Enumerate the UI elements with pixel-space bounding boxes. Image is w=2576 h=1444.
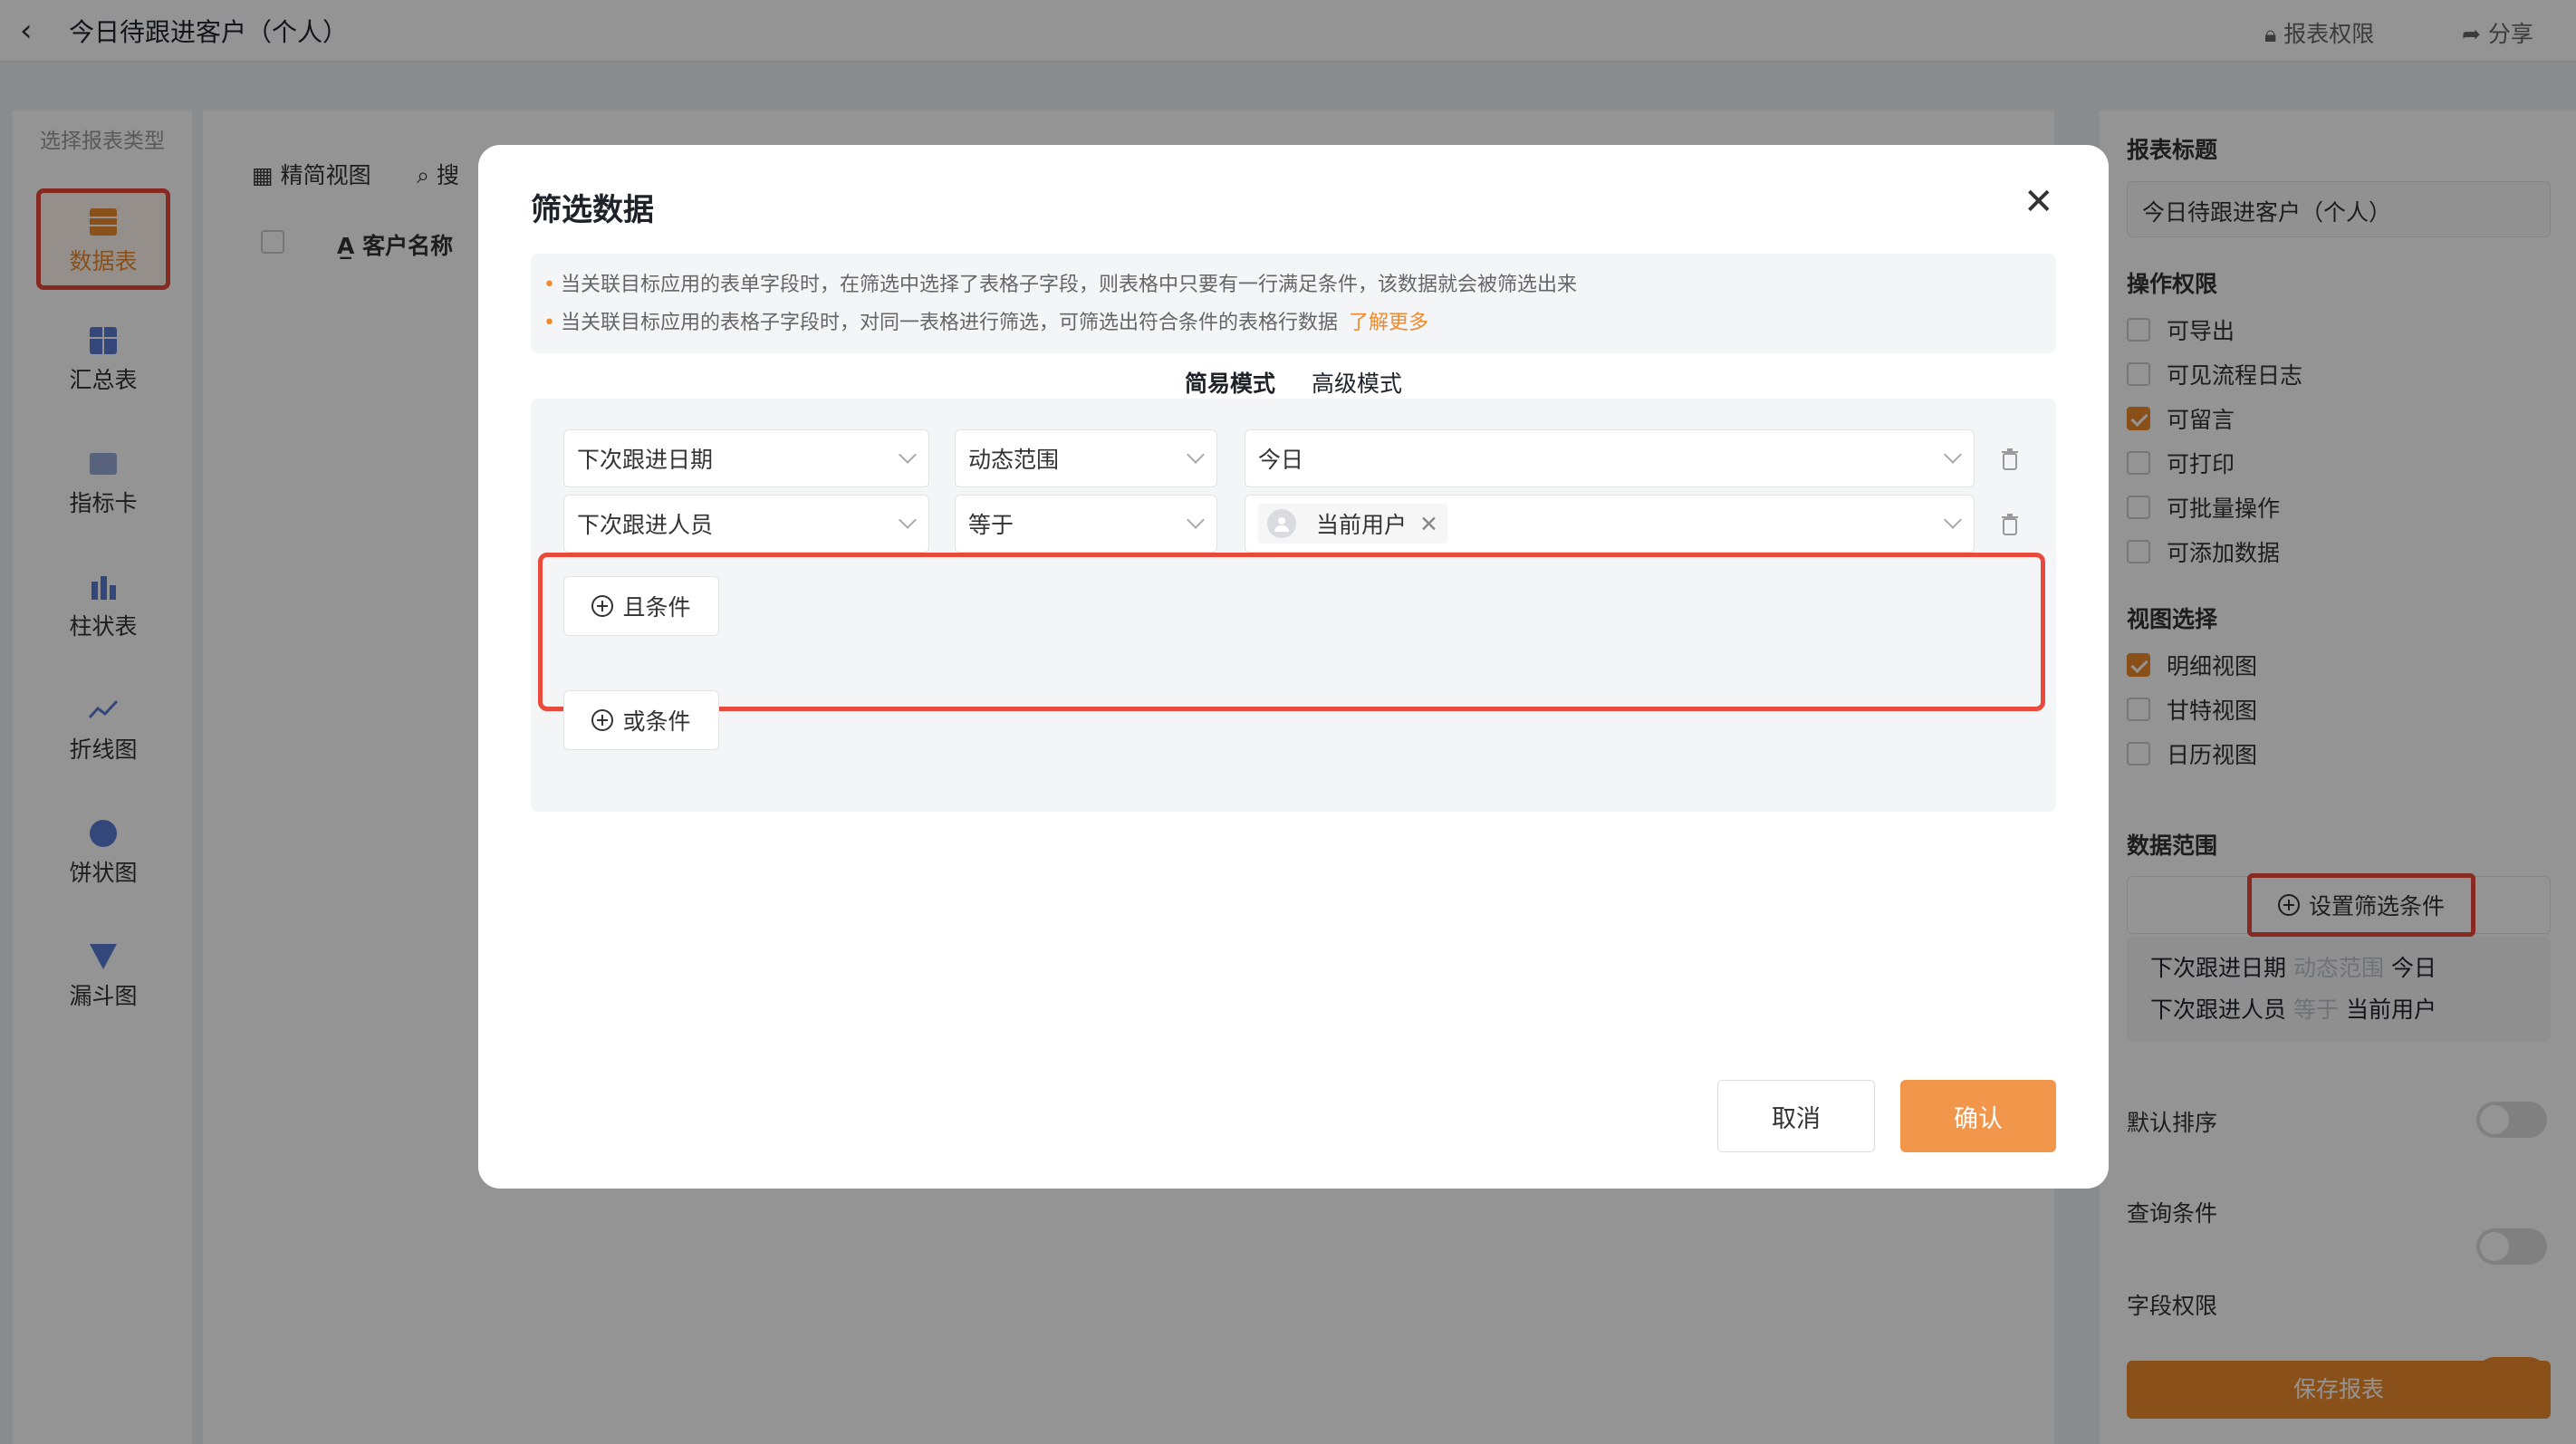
mode-simple-tab[interactable]: 简易模式 bbox=[1185, 366, 1275, 399]
cancel-button[interactable]: 取消 bbox=[1717, 1080, 1875, 1152]
chevron-down-icon bbox=[1187, 446, 1205, 464]
value-select-2[interactable]: 当前用户 ✕ bbox=[1245, 495, 1975, 553]
notice-line: • 当关联目标应用的表格子字段时，对同一表格进行筛选，可筛选出符合条件的表格行数据… bbox=[543, 312, 1429, 334]
remove-tag-icon[interactable]: ✕ bbox=[1419, 511, 1438, 537]
learn-more-link[interactable]: 了解更多 bbox=[1349, 312, 1428, 334]
trash-icon[interactable] bbox=[2000, 513, 2020, 536]
plus-circle-icon bbox=[591, 595, 614, 617]
filter-data-dialog: 筛选数据 ✕ • 当关联目标应用的表单字段时，在筛选中选择了表格子字段，则表格中只… bbox=[478, 145, 2109, 1189]
operator-select-1[interactable]: 动态范围 bbox=[955, 429, 1217, 487]
condition-highlight bbox=[538, 553, 2045, 711]
user-avatar-icon bbox=[1267, 509, 1296, 538]
value-select-1[interactable]: 今日 bbox=[1245, 429, 1975, 487]
notice-box: • 当关联目标应用的表单字段时，在筛选中选择了表格子字段，则表格中只要有一行满足条… bbox=[531, 254, 2056, 353]
add-or-condition-button[interactable]: 或条件 bbox=[563, 690, 719, 750]
chevron-down-icon bbox=[1187, 511, 1205, 529]
trash-icon[interactable] bbox=[2000, 448, 2020, 471]
chevron-down-icon bbox=[1944, 446, 1962, 464]
chevron-down-icon bbox=[899, 511, 917, 529]
field-select-2[interactable]: 下次跟进人员 bbox=[563, 495, 929, 553]
notice-line: • 当关联目标应用的表单字段时，在筛选中选择了表格子字段，则表格中只要有一行满足条… bbox=[543, 274, 1577, 296]
plus-circle-icon bbox=[591, 709, 614, 731]
operator-select-2[interactable]: 等于 bbox=[955, 495, 1217, 553]
field-select-1[interactable]: 下次跟进日期 bbox=[563, 429, 929, 487]
confirm-button[interactable]: 确认 bbox=[1900, 1080, 2056, 1152]
dialog-title: 筛选数据 bbox=[531, 192, 654, 228]
chevron-down-icon bbox=[899, 446, 917, 464]
close-icon[interactable]: ✕ bbox=[2023, 181, 2054, 223]
user-tag: 当前用户 ✕ bbox=[1258, 504, 1447, 544]
mode-advanced-tab[interactable]: 高级模式 bbox=[1312, 366, 1402, 399]
add-and-condition-button[interactable]: 且条件 bbox=[563, 576, 719, 636]
chevron-down-icon bbox=[1944, 511, 1962, 529]
